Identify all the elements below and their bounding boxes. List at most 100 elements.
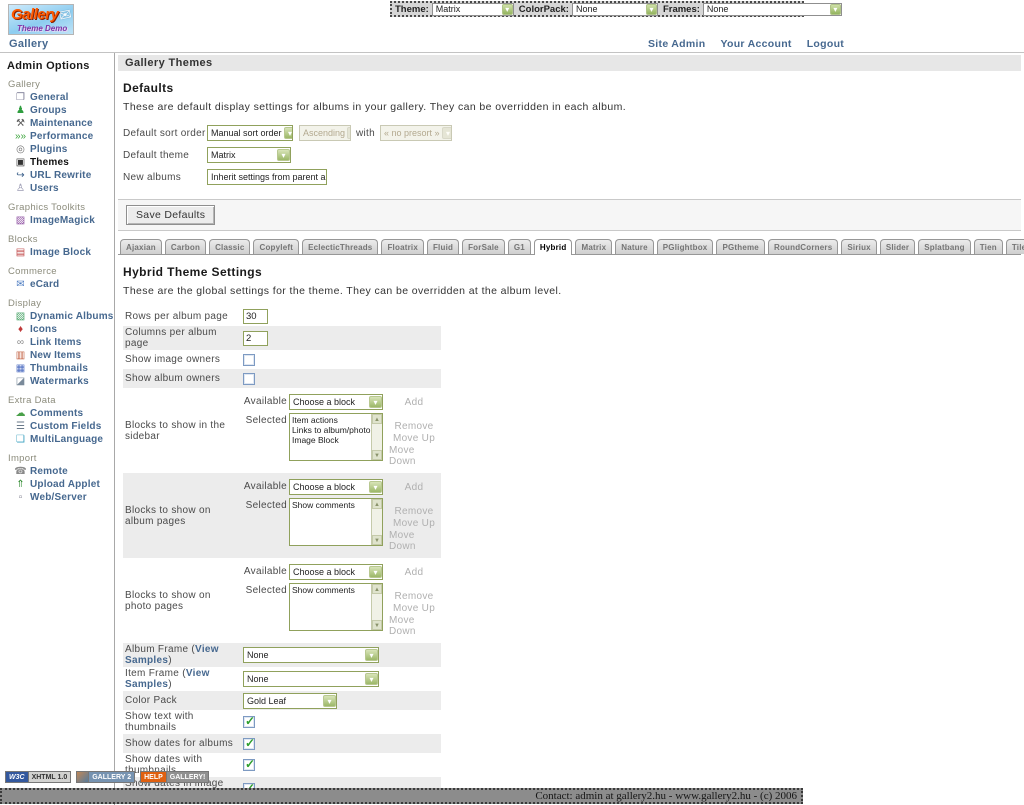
tab-ajaxian[interactable]: Ajaxian: [120, 239, 162, 254]
sidebar-item-remote[interactable]: ☎ Remote: [7, 465, 112, 478]
blocks-sidebar-add-link[interactable]: Add: [389, 394, 439, 408]
tab-carbon[interactable]: Carbon: [165, 239, 206, 254]
sidebar-item-performance[interactable]: »» Performance: [7, 130, 112, 143]
listbox-item[interactable]: Item actions: [292, 415, 371, 425]
blocks-sidebar-available-select[interactable]: Choose a block ▾: [289, 394, 383, 410]
list-action-link[interactable]: Move Down: [389, 615, 439, 637]
blocks-photo-add-link[interactable]: Add: [389, 564, 439, 578]
account-link[interactable]: Site Admin: [648, 38, 705, 50]
show-image-owners-checkbox[interactable]: [243, 354, 255, 366]
sidebar-item-custom-fields[interactable]: ☰ Custom Fields: [7, 420, 112, 433]
tab-roundcorners[interactable]: RoundCorners: [768, 239, 838, 254]
album-frame-select[interactable]: None ▾: [243, 647, 379, 663]
sidebar-item-watermarks[interactable]: ◪ Watermarks: [7, 375, 112, 388]
tab-fluid[interactable]: Fluid: [427, 239, 459, 254]
tab-floatrix[interactable]: Floatrix: [381, 239, 424, 254]
sidebar-item-maintenance[interactable]: ⚒ Maintenance: [7, 117, 112, 130]
sidebar-item-imagemagick[interactable]: ▨ ImageMagick: [7, 214, 112, 227]
tab-pgtheme[interactable]: PGtheme: [716, 239, 765, 254]
tab-pglightbox[interactable]: PGlightbox: [657, 239, 714, 254]
tab-splatbang[interactable]: Splatbang: [918, 239, 970, 254]
list-action-link[interactable]: Move Up: [393, 518, 435, 529]
sort-direction-select[interactable]: Ascending ▾: [299, 125, 351, 141]
presort-select[interactable]: « no presort » ▾: [380, 125, 452, 141]
scroll-up-icon[interactable]: ▲: [372, 414, 382, 424]
sidebar-item-plugins[interactable]: ◎ Plugins: [7, 143, 112, 156]
color-pack-select[interactable]: Gold Leaf ▾: [243, 693, 337, 709]
tab-nature[interactable]: Nature: [615, 239, 654, 254]
sidebar-item-dynamic-albums[interactable]: ▧ Dynamic Albums: [7, 310, 112, 323]
list-action-link[interactable]: Move Down: [389, 445, 439, 467]
listbox-item[interactable]: Image Block: [292, 435, 371, 445]
cols-per-page-input[interactable]: [243, 331, 268, 346]
sidebar-item-general[interactable]: ❐ General: [7, 91, 112, 104]
sidebar-item-icons[interactable]: ♦ Icons: [7, 323, 112, 336]
list-action-link[interactable]: Remove: [394, 421, 433, 432]
listbox-item[interactable]: Show comments: [292, 585, 371, 595]
sidebar-item-new-items[interactable]: ▥ New Items: [7, 349, 112, 362]
frames-select[interactable]: None ▾: [703, 3, 842, 16]
tab-classic[interactable]: Classic: [209, 239, 250, 254]
colorpack-select[interactable]: None ▾: [572, 3, 658, 16]
blocks-photo-selected-listbox[interactable]: Show comments ▲ ▼: [289, 583, 383, 631]
list-action-link[interactable]: Move Up: [393, 603, 435, 614]
account-link[interactable]: Your Account: [720, 38, 791, 50]
sidebar-item-image-block[interactable]: ▤ Image Block: [7, 246, 112, 259]
listbox-item[interactable]: Show comments: [292, 500, 371, 510]
show-dates-thumbs-checkbox[interactable]: [243, 759, 255, 771]
default-theme-select[interactable]: Matrix ▾: [207, 147, 291, 163]
show-dates-albums-checkbox[interactable]: [243, 738, 255, 750]
list-action-link[interactable]: Move Down: [389, 530, 439, 552]
tab-matrix[interactable]: Matrix: [575, 239, 612, 254]
theme-select[interactable]: Matrix ▾: [432, 3, 514, 16]
listbox-item[interactable]: Links to album/photo peers: [292, 425, 371, 435]
list-action-link[interactable]: Remove: [394, 591, 433, 602]
save-defaults-button[interactable]: Save Defaults: [126, 205, 215, 225]
gallery2-badge[interactable]: GALLERY 2: [76, 771, 135, 783]
sidebar-item-users[interactable]: ♙ Users: [7, 182, 112, 195]
list-action-link[interactable]: Move Up: [393, 433, 435, 444]
tab-hybrid[interactable]: Hybrid: [534, 239, 573, 255]
sidebar-item-groups[interactable]: ♟ Groups: [7, 104, 112, 117]
blocks-album-add-link[interactable]: Add: [389, 479, 439, 493]
listbox-scrollbar[interactable]: ▲ ▼: [371, 414, 382, 460]
scroll-down-icon[interactable]: ▼: [372, 450, 382, 460]
tab-slider[interactable]: Slider: [880, 239, 915, 254]
scroll-up-icon[interactable]: ▲: [372, 584, 382, 594]
scroll-down-icon[interactable]: ▼: [372, 620, 382, 630]
account-link[interactable]: Logout: [807, 38, 844, 50]
sidebar-item-comments[interactable]: ☁ Comments: [7, 407, 112, 420]
sidebar-item-link-items[interactable]: ∞ Link Items: [7, 336, 112, 349]
blocks-album-available-select[interactable]: Choose a block ▾: [289, 479, 383, 495]
sidebar-item-multilanguage[interactable]: ❏ MultiLanguage: [7, 433, 112, 446]
tab-tile[interactable]: Tile: [1006, 239, 1024, 254]
blocks-album-selected-listbox[interactable]: Show comments ▲ ▼: [289, 498, 383, 546]
show-album-owners-checkbox[interactable]: [243, 373, 255, 385]
sidebar-item-web-server[interactable]: ▫ Web/Server: [7, 491, 112, 504]
list-action-link[interactable]: Remove: [394, 506, 433, 517]
tab-g1[interactable]: G1: [508, 239, 531, 254]
w3c-xhtml-badge[interactable]: W3CXHTML 1.0: [5, 771, 71, 783]
help-gallery-badge[interactable]: HELPGALLERY!: [140, 771, 209, 783]
sidebar-item-url-rewrite[interactable]: ↪ URL Rewrite: [7, 169, 112, 182]
gallery-logo[interactable]: ✉ Gallery Theme Demo: [8, 4, 74, 35]
new-albums-select[interactable]: Inherit settings from parent album ▾: [207, 169, 327, 185]
tab-forsale[interactable]: ForSale: [462, 239, 505, 254]
listbox-scrollbar[interactable]: ▲ ▼: [371, 499, 382, 545]
tab-siriux[interactable]: Siriux: [841, 239, 876, 254]
scroll-up-icon[interactable]: ▲: [372, 499, 382, 509]
default-sort-order-select[interactable]: Manual sort order ▾: [207, 125, 293, 141]
tab-copyleft[interactable]: Copyleft: [253, 239, 299, 254]
breadcrumb-gallery-link[interactable]: Gallery: [9, 38, 48, 50]
tab-eclecticthreads[interactable]: EclecticThreads: [302, 239, 378, 254]
sidebar-item-ecard[interactable]: ✉ eCard: [7, 278, 112, 291]
sidebar-item-themes[interactable]: ▣ Themes: [7, 156, 112, 169]
listbox-scrollbar[interactable]: ▲ ▼: [371, 584, 382, 630]
scroll-down-icon[interactable]: ▼: [372, 535, 382, 545]
sidebar-item-thumbnails[interactable]: ▦ Thumbnails: [7, 362, 112, 375]
blocks-photo-available-select[interactable]: Choose a block ▾: [289, 564, 383, 580]
tab-tien[interactable]: Tien: [974, 239, 1003, 254]
sidebar-item-upload-applet[interactable]: ⇑ Upload Applet: [7, 478, 112, 491]
blocks-sidebar-selected-listbox[interactable]: Item actionsLinks to album/photo peersIm…: [289, 413, 383, 461]
show-text-thumbs-checkbox[interactable]: [243, 716, 255, 728]
